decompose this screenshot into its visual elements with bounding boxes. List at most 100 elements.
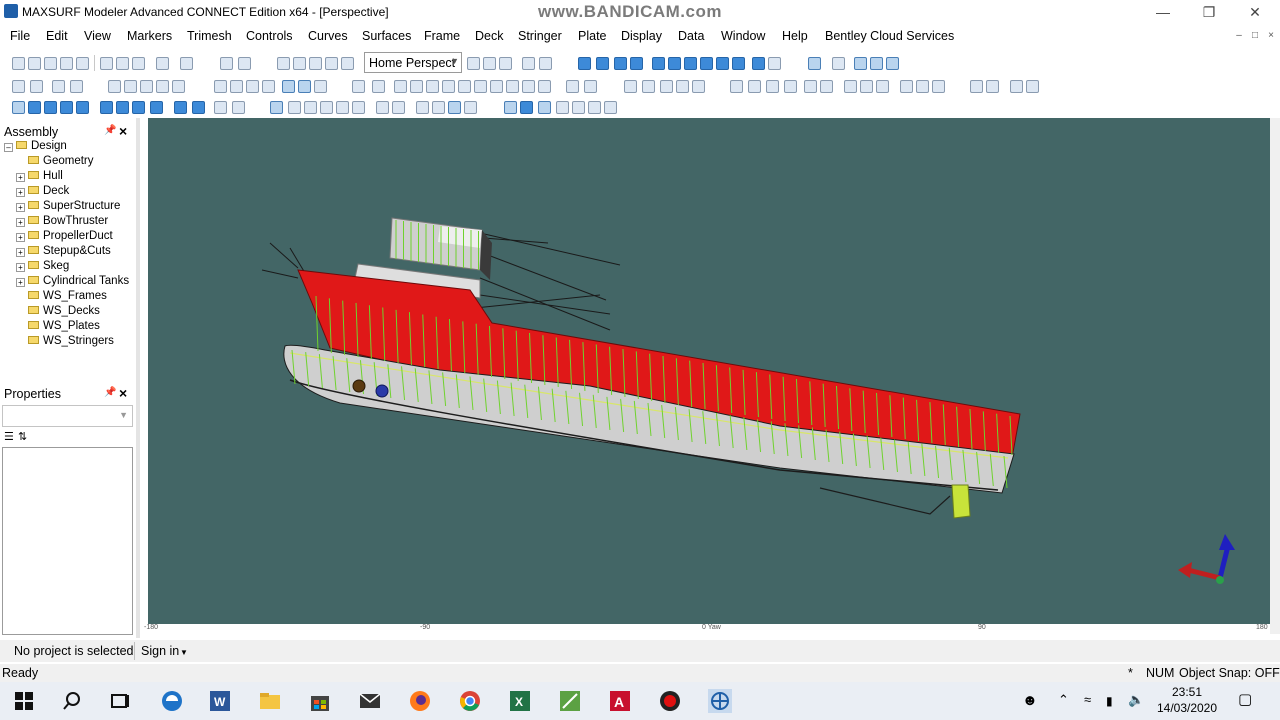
fairing-icon[interactable] xyxy=(624,80,637,93)
tree-item-ws-frames[interactable]: WS_Frames xyxy=(16,290,107,304)
search-icon[interactable] xyxy=(60,689,84,713)
surface-tool-3-icon[interactable] xyxy=(614,57,627,70)
grid-icon[interactable] xyxy=(752,57,765,70)
refresh-icon[interactable] xyxy=(372,80,385,93)
menu-deck[interactable]: Deck xyxy=(475,29,503,43)
layer-icon[interactable] xyxy=(522,57,535,70)
battery-icon[interactable]: ▮ xyxy=(1106,694,1113,708)
save-icon[interactable] xyxy=(60,57,73,70)
open-icon[interactable] xyxy=(28,57,41,70)
mesh-9-icon[interactable] xyxy=(522,80,535,93)
system-clock[interactable]: 23:51 14/03/2020 xyxy=(1152,684,1222,716)
shield-icon[interactable] xyxy=(282,80,295,93)
link-icon[interactable] xyxy=(539,57,552,70)
fairing-5-icon[interactable] xyxy=(692,80,705,93)
snap-2-icon[interactable] xyxy=(748,80,761,93)
mesh-2-icon[interactable] xyxy=(410,80,423,93)
mail-icon[interactable] xyxy=(358,689,382,713)
marker-2-icon[interactable] xyxy=(230,80,243,93)
snap-3-icon[interactable] xyxy=(766,80,779,93)
draw-12-icon[interactable] xyxy=(232,101,245,114)
record-icon[interactable] xyxy=(658,689,682,713)
word-icon[interactable]: W xyxy=(208,689,232,713)
view-tool-icon[interactable] xyxy=(270,101,283,114)
tree-item-design[interactable]: – Design xyxy=(4,140,67,154)
pin-icon[interactable]: 📌 xyxy=(104,125,116,136)
snap-5-icon[interactable] xyxy=(804,80,817,93)
home-view-icon[interactable] xyxy=(341,57,354,70)
new-icon[interactable] xyxy=(12,57,25,70)
light-3-icon[interactable] xyxy=(588,101,601,114)
align-2-icon[interactable] xyxy=(668,57,681,70)
draw-5-icon[interactable] xyxy=(100,101,113,114)
chevron-down-icon[interactable]: ▼ xyxy=(180,648,188,657)
pan-icon[interactable] xyxy=(325,57,338,70)
copy-icon[interactable] xyxy=(116,57,129,70)
light-2-icon[interactable] xyxy=(572,101,585,114)
tree-item-ws-plates[interactable]: WS_Plates xyxy=(16,320,100,334)
eye-icon[interactable] xyxy=(298,80,311,93)
control-point-2-icon[interactable] xyxy=(124,80,137,93)
mdi-close-button[interactable]: × xyxy=(1264,30,1278,42)
view-tool-9-icon[interactable] xyxy=(416,101,429,114)
task-view-icon[interactable] xyxy=(108,689,132,713)
menu-surfaces[interactable]: Surfaces xyxy=(362,29,411,43)
display-4-icon[interactable] xyxy=(870,57,883,70)
menu-trimesh[interactable]: Trimesh xyxy=(187,29,232,43)
view-combo[interactable]: Home Perspect ▼ xyxy=(364,52,462,73)
view-tool-8-icon[interactable] xyxy=(392,101,405,114)
move-2-icon[interactable] xyxy=(70,80,83,93)
expand-icon[interactable]: + xyxy=(16,263,25,272)
tool-j-icon[interactable] xyxy=(1026,80,1039,93)
expand-icon[interactable]: + xyxy=(16,233,25,242)
mesh-5-icon[interactable] xyxy=(458,80,471,93)
expand-icon[interactable]: + xyxy=(16,218,25,227)
fairing-2-icon[interactable] xyxy=(642,80,655,93)
view-tool-4-icon[interactable] xyxy=(320,101,333,114)
tool-e-icon[interactable] xyxy=(916,80,929,93)
perspective-viewport[interactable] xyxy=(140,118,1270,634)
menu-markers[interactable]: Markers xyxy=(127,29,172,43)
surface-tool-2-icon[interactable] xyxy=(596,57,609,70)
surface-tool-icon[interactable] xyxy=(578,57,591,70)
tree-item-stepup-cuts[interactable]: + Stepup&Cuts xyxy=(16,245,111,259)
properties-close-button[interactable]: × xyxy=(119,385,127,401)
tool-c-icon[interactable] xyxy=(876,80,889,93)
draw-8-icon[interactable] xyxy=(150,101,163,114)
volume-icon[interactable]: 🔈 xyxy=(1128,692,1144,708)
tree-item-geometry[interactable]: Geometry xyxy=(16,155,94,169)
file-explorer-icon[interactable] xyxy=(258,689,282,713)
notifications-icon[interactable]: ▢ xyxy=(1238,690,1252,708)
menu-data[interactable]: Data xyxy=(678,29,704,43)
view-tool-7-icon[interactable] xyxy=(376,101,389,114)
tool-d-icon[interactable] xyxy=(900,80,913,93)
expand-icon[interactable]: + xyxy=(16,188,25,197)
snap-4-icon[interactable] xyxy=(784,80,797,93)
menu-frame[interactable]: Frame xyxy=(424,29,460,43)
mdi-restore-button[interactable]: □ xyxy=(1248,30,1262,42)
view-tool-2-icon[interactable] xyxy=(288,101,301,114)
maxsurf-taskbar-icon[interactable] xyxy=(708,689,732,713)
menu-file[interactable]: File xyxy=(10,29,30,43)
excel-icon[interactable]: X xyxy=(508,689,532,713)
restore-button[interactable]: ❐ xyxy=(1186,2,1232,22)
align-4-icon[interactable] xyxy=(700,57,713,70)
chrome-icon[interactable] xyxy=(458,689,482,713)
surface-props-2-icon[interactable] xyxy=(584,80,597,93)
edge-browser-icon[interactable] xyxy=(160,689,184,713)
view-tool-3-icon[interactable] xyxy=(304,101,317,114)
display-2-icon[interactable] xyxy=(832,57,845,70)
draw-2-icon[interactable] xyxy=(44,101,57,114)
curve-icon[interactable] xyxy=(314,80,327,93)
draw-10-icon[interactable] xyxy=(192,101,205,114)
print-icon[interactable] xyxy=(156,57,169,70)
menu-stringer[interactable]: Stringer xyxy=(518,29,562,43)
view-tool-6-icon[interactable] xyxy=(352,101,365,114)
mesh-8-icon[interactable] xyxy=(506,80,519,93)
mesh-10-icon[interactable] xyxy=(538,80,551,93)
view-tool-5-icon[interactable] xyxy=(336,101,349,114)
control-point-icon[interactable] xyxy=(108,80,121,93)
draw-4-icon[interactable] xyxy=(76,101,89,114)
tree-item-bowthruster[interactable]: + BowThruster xyxy=(16,215,108,229)
control-point-5-icon[interactable] xyxy=(172,80,185,93)
